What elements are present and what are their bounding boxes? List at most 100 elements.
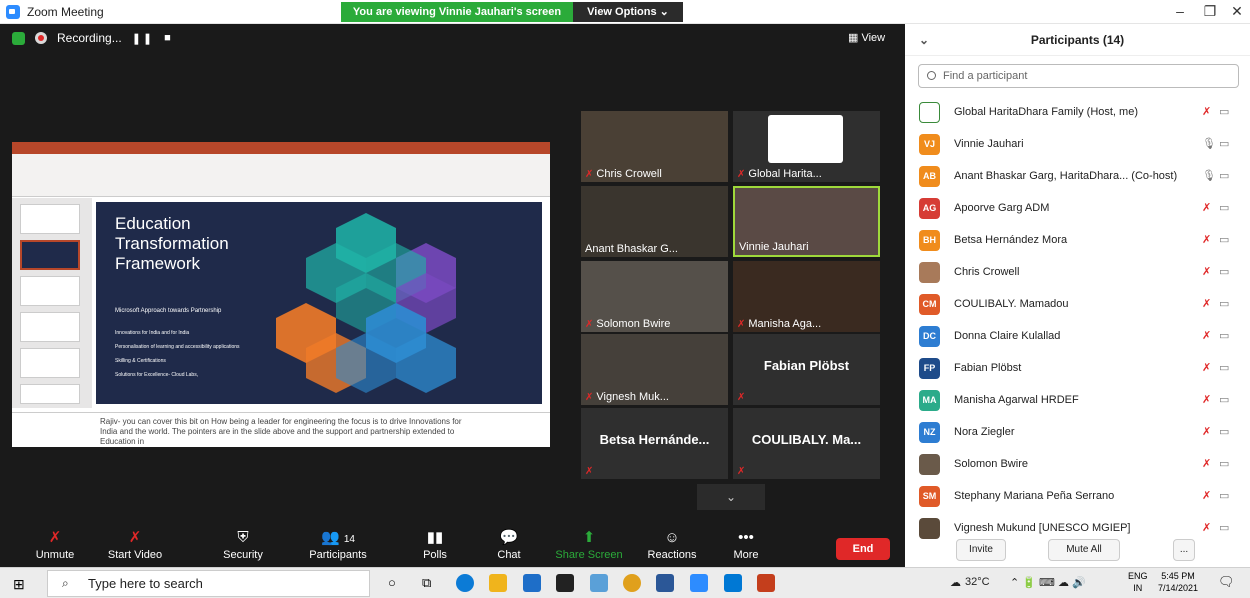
mic-muted-icon[interactable]: ✗ (1202, 425, 1211, 438)
video-icon[interactable]: ▭ (1219, 457, 1229, 470)
app-icon[interactable] (590, 574, 608, 592)
word-icon[interactable] (656, 574, 674, 592)
mic-muted-icon[interactable]: ✗ (1202, 297, 1211, 310)
mic-muted-icon[interactable]: ✗ (1202, 457, 1211, 470)
video-tile-active-speaker[interactable]: Vinnie Jauhari (733, 186, 880, 257)
store-icon[interactable] (556, 574, 574, 592)
reactions-button[interactable]: ☺ Reactions (632, 527, 712, 561)
participant-row[interactable]: CM COULIBALY. Mamadou ✗ ▭ (919, 289, 1239, 321)
more-button[interactable]: ••• More (706, 527, 786, 561)
collapse-chevron-icon[interactable]: ⌄ (919, 24, 929, 56)
polls-button[interactable]: ▮▮ Polls (395, 527, 475, 561)
minimize-icon[interactable]: – (1165, 3, 1195, 19)
mic-muted-icon[interactable]: ✗ (1202, 105, 1211, 118)
mic-muted-icon[interactable]: ✗ (1202, 329, 1211, 342)
security-button[interactable]: ⛨ Security (203, 527, 283, 561)
task-view-icon[interactable]: ⧉ (422, 575, 431, 591)
file-explorer-icon[interactable] (489, 574, 507, 592)
tray-icons[interactable]: ⌃ 🔋 ⌨ ☁ 🔊 (1010, 576, 1086, 589)
name-tile[interactable]: COULIBALY. Ma... ✗ (733, 408, 880, 479)
video-tile[interactable]: ✗ Vignesh Muk... (581, 334, 728, 405)
view-button[interactable]: ▦ View (848, 31, 885, 44)
maximize-icon[interactable]: ❐ (1195, 3, 1225, 20)
video-icon[interactable]: ▭ (1219, 105, 1229, 118)
zoom-taskbar-icon[interactable] (690, 574, 708, 592)
video-icon[interactable]: ▭ (1219, 393, 1229, 406)
mic-on-icon[interactable]: 🎙 (1202, 169, 1216, 182)
participant-row[interactable]: BH Betsa Hernández Mora ✗ ▭ (919, 225, 1239, 257)
mic-muted-icon[interactable]: ✗ (1202, 233, 1211, 246)
video-icon[interactable]: ▭ (1219, 489, 1229, 502)
edge-icon[interactable] (456, 574, 474, 592)
video-tile[interactable]: Anant Bhaskar G... (581, 186, 728, 257)
current-slide: Education Transformation Framework Micro… (96, 202, 542, 404)
mic-muted-icon[interactable]: ✗ (1202, 201, 1211, 214)
muted-mic-icon: ✗ (48, 529, 62, 546)
participant-row[interactable]: SM Stephany Mariana Peña Serrano ✗ ▭ (919, 481, 1239, 513)
mute-all-button[interactable]: Mute All (1048, 539, 1120, 561)
mail-icon[interactable] (523, 574, 541, 592)
security-shield-icon[interactable] (12, 31, 25, 45)
video-icon[interactable]: ▭ (1219, 233, 1229, 246)
cortana-icon[interactable]: ○ (388, 575, 396, 590)
participant-name: Anant Bhaskar G... (585, 243, 678, 255)
mic-muted-icon[interactable]: ✗ (1202, 521, 1211, 534)
chat-button[interactable]: 💬 Chat (469, 527, 549, 561)
powerpoint-icon[interactable] (757, 574, 775, 592)
mic-muted-icon[interactable]: ✗ (1202, 265, 1211, 278)
invite-button[interactable]: Invite (956, 539, 1006, 561)
participant-row[interactable]: MA Manisha Agarwal HRDEF ✗ ▭ (919, 385, 1239, 417)
recording-label: Recording... (57, 31, 122, 45)
participants-button[interactable]: 👥 14 Participants (298, 527, 378, 561)
video-tile[interactable]: ✗ Chris Crowell (581, 111, 728, 182)
end-meeting-button[interactable]: End (836, 538, 890, 560)
name-tile[interactable]: Betsa Hernánde... ✗ (581, 408, 728, 479)
pause-recording-icon[interactable]: ❚❚ (132, 32, 154, 45)
mic-muted-icon[interactable]: ✗ (1202, 361, 1211, 374)
stop-recording-icon[interactable]: ■ (164, 32, 173, 44)
video-icon[interactable]: ▭ (1219, 265, 1229, 278)
next-page-chevron-icon[interactable]: ⌄ (697, 484, 765, 510)
participant-row[interactable]: Chris Crowell ✗ ▭ (919, 257, 1239, 289)
video-icon[interactable]: ▭ (1219, 361, 1229, 374)
taskbar-search-input[interactable]: Type here to search (47, 570, 370, 597)
participant-row[interactable]: AB Anant Bhaskar Garg, HaritaDhara... (Co… (919, 161, 1239, 193)
participant-row[interactable]: VJ Vinnie Jauhari 🎙 ▭ (919, 129, 1239, 161)
chrome-icon[interactable] (623, 574, 641, 592)
participant-row[interactable]: AG Apoorve Garg ADM ✗ ▭ (919, 193, 1239, 225)
mic-muted-icon[interactable]: ✗ (1202, 489, 1211, 502)
video-icon[interactable]: ▭ (1219, 521, 1229, 534)
mic-on-icon[interactable]: 🎙 (1202, 137, 1216, 150)
participant-row[interactable]: Global HaritaDhara Family (Host, me) ✗ ▭ (919, 97, 1239, 129)
share-screen-button[interactable]: ⬆ Share Screen (549, 527, 629, 561)
more-options-button[interactable]: ... (1173, 539, 1195, 561)
video-icon[interactable]: ▭ (1219, 297, 1229, 310)
video-icon[interactable]: ▭ (1219, 329, 1229, 342)
video-icon[interactable]: ▭ (1219, 201, 1229, 214)
mic-muted-icon[interactable]: ✗ (1202, 393, 1211, 406)
name-tile[interactable]: Fabian Plöbst ✗ (733, 334, 880, 405)
start-video-button[interactable]: ✗ Start Video (95, 527, 175, 561)
video-tile[interactable]: ✗ Solomon Bwire (581, 261, 728, 332)
video-icon[interactable]: ▭ (1219, 425, 1229, 438)
notifications-icon[interactable]: 🗨 (1218, 574, 1235, 590)
language-indicator[interactable]: ENG IN (1128, 570, 1148, 594)
close-icon[interactable]: ✕ (1222, 3, 1250, 20)
security-label: Security (223, 549, 263, 561)
participant-search-input[interactable]: Find a participant (918, 64, 1239, 88)
tile-name-row: Anant Bhaskar G... (585, 243, 678, 255)
unmute-button[interactable]: ✗ Unmute (15, 527, 95, 561)
video-tile[interactable]: ✗ Manisha Aga... (733, 261, 880, 332)
windows-start-icon[interactable]: ⊞ (13, 576, 25, 593)
avatar (919, 454, 940, 475)
view-options-button[interactable]: View Options ⌄ (573, 2, 683, 22)
participant-row[interactable]: Solomon Bwire ✗ ▭ (919, 449, 1239, 481)
participant-row[interactable]: DC Donna Claire Kulallad ✗ ▭ (919, 321, 1239, 353)
participant-row[interactable]: NZ Nora Ziegler ✗ ▭ (919, 417, 1239, 449)
photos-icon[interactable] (724, 574, 742, 592)
video-tile[interactable]: ✗ Global Harita... (733, 111, 880, 182)
participant-row[interactable]: FP Fabian Plöbst ✗ ▭ (919, 353, 1239, 385)
video-icon[interactable]: ▭ (1219, 137, 1229, 150)
video-icon[interactable]: ▭ (1219, 169, 1229, 182)
clock[interactable]: 5:45 PM 7/14/2021 (1158, 570, 1198, 594)
